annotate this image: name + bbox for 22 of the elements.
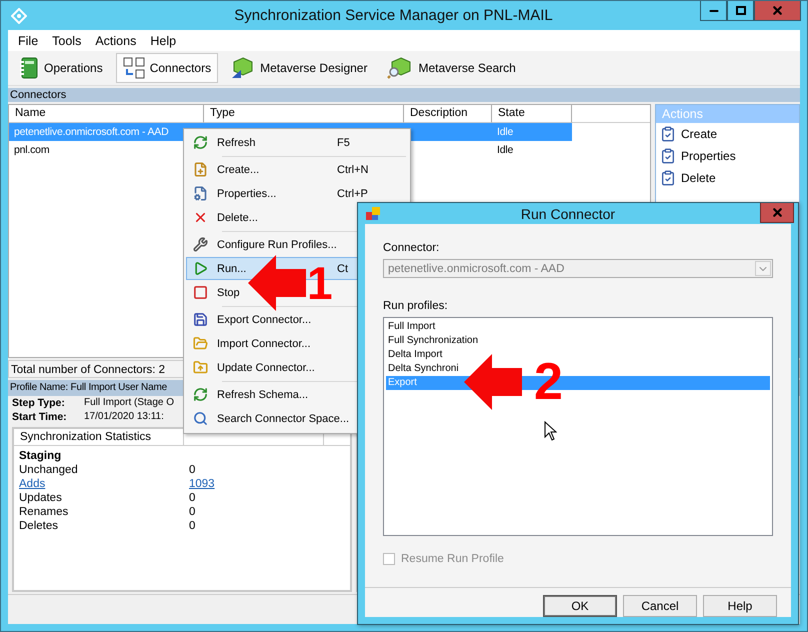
section-header: Connectors [8, 88, 800, 102]
checkbox-label: Resume Run Profile [401, 553, 504, 565]
field-label: Connector: [383, 242, 440, 254]
field-label: Run profiles: [383, 300, 449, 312]
stat-value: 0 [189, 520, 196, 532]
window-title: Synchronization Service Manager on PNL-MAIL [233, 7, 554, 24]
section-label: Staging [18, 449, 62, 463]
stat-label: Updates [19, 492, 62, 504]
field-label: Start Time: [12, 410, 68, 424]
stat-label: Deletes [19, 520, 58, 532]
stat-value: 0 [189, 506, 196, 518]
stat-value: 0 [189, 492, 196, 504]
field-label: Step Type: [12, 396, 66, 410]
stat-value: 0 [189, 464, 196, 476]
field-value: Full Import (Stage O [84, 396, 174, 410]
stat-label: Unchanged [19, 464, 78, 476]
field-value: 17/01/2020 13:11: [84, 410, 164, 424]
panel-title: Actions [656, 105, 799, 123]
dialog-title: Run Connector [520, 206, 616, 222]
table-cell: Idle [492, 123, 572, 141]
table-cell-text: Idle [496, 143, 514, 158]
stat-label: Renames [19, 506, 68, 518]
